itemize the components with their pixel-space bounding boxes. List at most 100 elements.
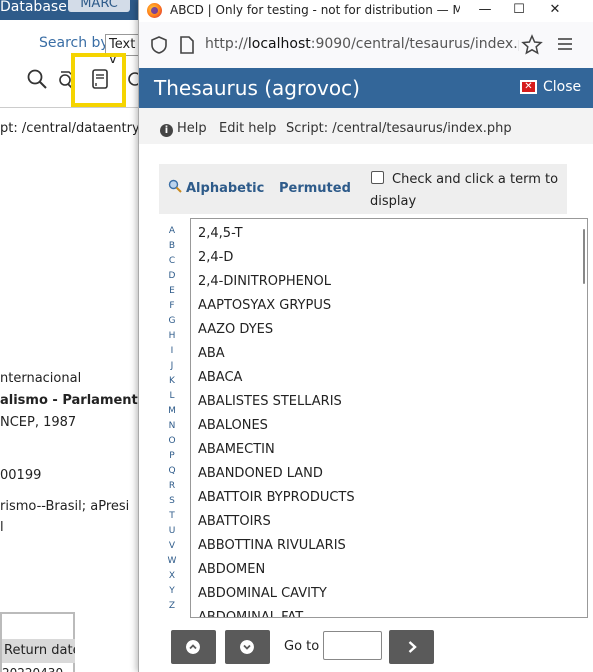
script-path: Script: /central/tesaurus/index.php [286,121,512,136]
letter-link[interactable]: O [166,434,178,449]
term-item[interactable]: AAPTOSYAX GRYPUS [198,298,331,313]
letter-link[interactable]: M [166,404,178,419]
letter-link[interactable]: P [166,449,178,464]
letter-link[interactable]: C [166,254,178,269]
page-title: Thesaurus (agrovoc) [154,76,360,100]
url-path: :9090/central/tesaurus/index.php?ba [310,36,519,52]
letter-link[interactable]: T [166,509,178,524]
thesaurus-content: Alphabetic Permuted Check and click a te… [139,144,593,672]
page-up-button[interactable] [171,630,216,664]
term-item[interactable]: ABATTOIR BYPRODUCTS [198,490,355,505]
letter-link[interactable]: D [166,269,178,284]
term-item[interactable]: ABDOMEN [198,562,265,577]
bookmark-star-icon[interactable] [521,34,543,56]
letter-link[interactable]: B [166,239,178,254]
tab-permuted[interactable]: Permuted [279,181,351,196]
help-toolbar: i Help Edit help Script: /central/tesauru… [139,108,593,144]
alphabet-index: A B C D E F G H I J K L M N O P Q R S T … [166,224,178,614]
edit-help-link[interactable]: Edit help [219,121,276,136]
letter-link[interactable]: Q [166,464,178,479]
letter-link[interactable]: I [166,344,178,359]
address-bar: http://localhost:9090/central/tesaurus/i… [139,22,593,68]
bg-record-line: alismo - Parlamenta [0,393,147,408]
term-item[interactable]: ABBOTTINA RIVULARIS [198,538,346,553]
close-icon: ✕ [520,80,537,94]
letter-link[interactable]: A [166,224,178,239]
letter-link[interactable]: F [166,299,178,314]
goto-button[interactable] [389,630,434,664]
letter-link[interactable]: X [166,569,178,584]
term-list[interactable]: 2,4,5-T 2,4-D 2,4-DINITROPHENOL AAPTOSYA… [190,218,588,618]
bg-record-line: 00199 [0,468,42,483]
bg-record-line: l [0,520,4,535]
url-protocol: http:// [205,36,248,52]
letter-link[interactable]: K [166,374,178,389]
close-label: Close [543,79,582,95]
term-item[interactable]: 2,4-D [198,250,233,265]
bg-record-line: rismo--Brasil; aPresi [0,499,130,514]
help-label: Help [177,121,207,136]
letter-link[interactable]: L [166,389,178,404]
term-item[interactable]: ABA [198,346,225,361]
bg-top-bar: Database MARC [0,0,140,20]
bg-search-by-label: Search by [39,35,109,51]
term-item[interactable]: 2,4,5-T [198,226,243,241]
goto-label: Go to [284,639,320,654]
shield-icon[interactable] [149,35,169,55]
display-term-label: Check and click a term to display [370,172,559,209]
chevron-right-icon [408,641,417,653]
letter-link[interactable]: U [166,524,178,539]
search-icon[interactable] [26,68,48,90]
tabs-bar: Alphabetic Permuted Check and click a te… [159,164,567,214]
thesaurus-header: Thesaurus (agrovoc) ✕ Close [139,68,593,108]
bg-loans-table: Return date 20220430 [0,612,75,672]
term-item[interactable]: ABACA [198,370,242,385]
bg-database-label: Database [0,0,67,15]
term-item[interactable]: ABAMECTIN [198,442,275,457]
window-title: ABCD | Only for testing - not for distri… [170,3,460,17]
close-button[interactable]: ✕ Close [520,77,581,97]
thesaurus-popup-window: ABCD | Only for testing - not for distri… [138,0,593,672]
page-info-icon[interactable] [179,35,195,55]
hamburger-menu-icon[interactable] [557,37,573,51]
term-item[interactable]: ABDOMINAL FAT [198,610,303,617]
letter-link[interactable]: G [166,314,178,329]
window-close-button[interactable]: ✕ [537,0,573,22]
letter-link[interactable]: Y [166,584,178,599]
chevron-down-icon [240,640,254,654]
letter-link[interactable]: H [166,329,178,344]
page-down-button[interactable] [225,630,270,664]
letter-link[interactable]: J [166,359,178,374]
bg-table-cell: 20220430 [2,666,63,672]
chevron-up-icon [186,640,200,654]
tab-alphabetic[interactable]: Alphabetic [186,181,264,196]
bg-path-text: pt: /central/dataentry/ [0,121,145,136]
letter-link[interactable]: S [166,494,178,509]
minimize-button[interactable]: — [467,0,503,22]
term-item[interactable]: ABDOMINAL CAVITY [198,586,327,601]
term-item[interactable]: ABATTOIRS [198,514,271,529]
letter-link[interactable]: W [166,554,178,569]
info-icon: i [160,124,173,137]
letter-link[interactable]: V [166,539,178,554]
bg-record-line: NCEP, 1987 [0,415,77,430]
term-list-scrollbar-thumb[interactable] [583,229,585,284]
bg-marc-tab[interactable]: MARC [68,0,130,12]
magnifier-icon [168,179,182,193]
help-link[interactable]: i Help [160,121,207,137]
window-titlebar: ABCD | Only for testing - not for distri… [139,0,593,22]
letter-link[interactable]: R [166,479,178,494]
bg-table-header: Return date [2,639,75,663]
maximize-button[interactable]: ☐ [501,0,537,22]
term-item[interactable]: AAZO DYES [198,322,273,337]
letter-link[interactable]: Z [166,599,178,614]
term-item[interactable]: ABANDONED LAND [198,466,323,481]
url-text[interactable]: http://localhost:9090/central/tesaurus/i… [205,36,519,52]
letter-link[interactable]: E [166,284,178,299]
term-item[interactable]: ABALONES [198,418,268,433]
term-item[interactable]: ABALISTES STELLARIS [198,394,342,409]
url-host: localhost [247,36,311,52]
term-item[interactable]: 2,4-DINITROPHENOL [198,274,331,289]
letter-link[interactable]: N [166,419,178,434]
goto-input[interactable] [323,631,382,660]
